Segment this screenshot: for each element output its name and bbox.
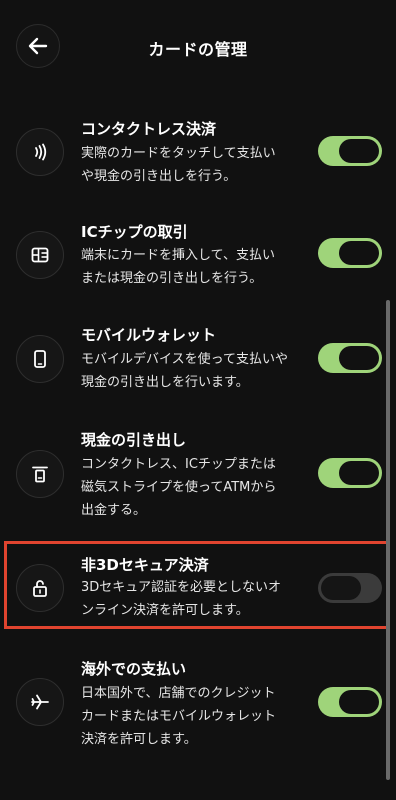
setting-title: コンタクトレス決済	[81, 120, 217, 138]
page-title: カードの管理	[148, 40, 248, 59]
setting-description: 3Dセキュア認証を必要としないオ ンライン決済を許可します。	[81, 580, 282, 618]
toggle-knob	[339, 139, 379, 163]
toggle-knob	[339, 690, 379, 714]
chip-icon	[16, 231, 64, 279]
setting-description: コンタクトレス、ICチップまたは 磁気ストライプを使ってATMから 出金する。	[81, 457, 277, 518]
setting-description: モバイルデバイスを使って支払いや 現金の引き出しを行います。	[81, 352, 288, 390]
toggle-knob	[339, 346, 379, 370]
ic-chip-toggle[interactable]	[318, 238, 382, 268]
unlock-icon	[16, 564, 64, 612]
contactless-toggle[interactable]	[318, 136, 382, 166]
setting-title: 現金の引き出し	[81, 431, 187, 449]
cash-withdrawal-toggle[interactable]	[318, 458, 382, 488]
atm-icon	[16, 450, 64, 498]
phone-icon	[16, 335, 64, 383]
non-3d-secure-toggle[interactable]	[318, 573, 382, 603]
mobile-wallet-toggle[interactable]	[318, 343, 382, 373]
scrollbar[interactable]	[386, 300, 390, 780]
setting-title: モバイルウォレット	[81, 326, 217, 344]
setting-description: 実際のカードをタッチして支払い や現金の引き出しを行う。	[81, 146, 276, 184]
setting-title: ICチップの取引	[81, 223, 188, 241]
toggle-knob	[339, 461, 379, 485]
toggle-knob	[321, 576, 361, 600]
setting-description: 日本国外で、店舗でのクレジット カードまたはモバイルウォレット 決済を許可します…	[81, 686, 277, 747]
setting-description: 端末にカードを挿入して、支払い または現金の引き出しを行う。	[81, 248, 275, 286]
airplane-icon	[16, 678, 64, 726]
header: カードの管理	[0, 0, 396, 92]
contactless-icon	[16, 128, 64, 176]
overseas-toggle[interactable]	[318, 687, 382, 717]
setting-title: 海外での支払い	[81, 660, 187, 678]
setting-title: 非3Dセキュア決済	[81, 556, 209, 574]
toggle-knob	[339, 241, 379, 265]
